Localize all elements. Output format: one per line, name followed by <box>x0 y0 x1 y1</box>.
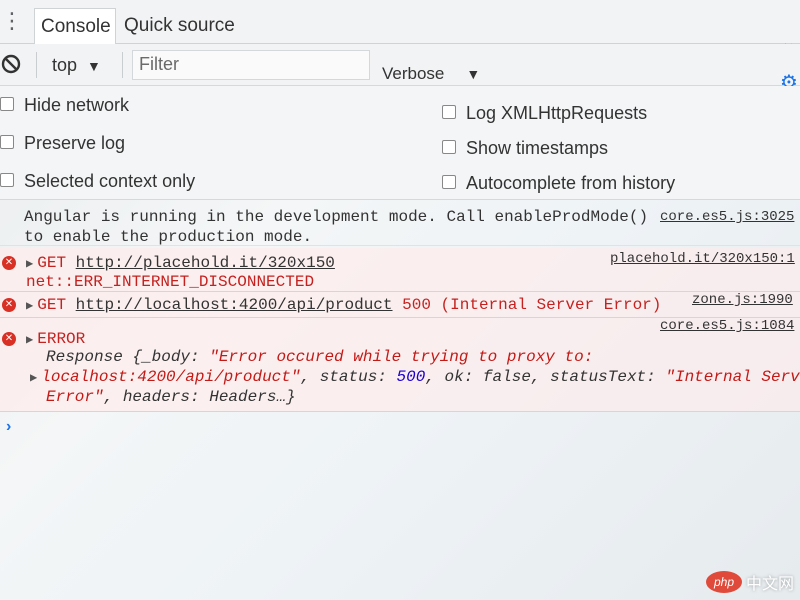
error-icon: ✕ <box>2 298 16 312</box>
tab-console[interactable]: Console <box>34 8 116 44</box>
expand-triangle-icon[interactable]: ▶ <box>26 299 33 313</box>
watermark-badge: php <box>705 571 742 593</box>
expand-triangle-icon[interactable]: ▶ <box>26 333 33 347</box>
response-object-line[interactable]: ▶ localhost:4200/api/product", status: 50… <box>30 368 800 386</box>
source-link[interactable]: zone.js:1990 <box>692 292 793 308</box>
expand-triangle-icon[interactable]: ▶ <box>30 371 37 385</box>
message-text: to enable the production mode. <box>24 228 313 246</box>
autocomplete-history-checkbox[interactable]: Autocomplete from history <box>442 172 675 194</box>
devtools-tabbar: ⋮ Console Quick source × <box>0 0 800 58</box>
error-title: ERROR <box>37 330 86 348</box>
selected-context-checkbox[interactable]: Selected context only <box>0 170 195 192</box>
console-prompt[interactable]: › <box>6 418 11 436</box>
preserve-log-checkbox[interactable]: Preserve log <box>0 132 125 154</box>
hide-network-checkbox[interactable]: Hide network <box>0 94 129 116</box>
error-icon: ✕ <box>2 256 16 270</box>
object-number: 500 <box>396 368 426 386</box>
request-url-link[interactable]: http://placehold.it/320x150 <box>76 254 335 272</box>
log-level-selector[interactable]: Verbose ▼ <box>382 64 480 84</box>
console-message-error: ✕ ▶ GET http://localhost:4200/api/product… <box>0 292 800 318</box>
hide-network-label: Hide network <box>24 95 130 115</box>
show-timestamps-checkbox[interactable]: Show timestamps <box>442 137 608 159</box>
show-timestamps-label: Show timestamps <box>466 138 609 158</box>
checkbox-icon[interactable] <box>442 105 456 120</box>
error-detail: net::ERR_INTERNET_DISCONNECTED <box>26 273 315 291</box>
object-text: , status: <box>300 368 397 386</box>
watermark-text: 中文网 <box>745 576 794 593</box>
response-object-line: Response {_body: "Error occured while tr… <box>46 348 593 366</box>
object-string: Error" <box>46 388 104 406</box>
console-message-error: ✕ ▶ GET http://placehold.it/320x150 net::… <box>0 248 800 292</box>
preserve-log-label: Preserve log <box>24 133 126 153</box>
checkbox-icon[interactable] <box>0 135 14 150</box>
checkbox-icon[interactable] <box>442 175 456 190</box>
request-url-link[interactable]: http://localhost:4200/api/product <box>76 296 393 314</box>
filter-placeholder: Filter <box>139 54 179 74</box>
autocomplete-history-label: Autocomplete from history <box>466 173 676 193</box>
checkbox-icon[interactable] <box>0 97 14 112</box>
source-link[interactable]: core.es5.js:3025 <box>660 209 794 225</box>
message-line: ▶ ERROR <box>26 330 85 348</box>
toolbar-divider <box>36 52 37 78</box>
object-string: "Error occured while trying to proxy to: <box>209 348 594 366</box>
log-xhr-label: Log XMLHttpRequests <box>466 103 648 123</box>
log-xhr-checkbox[interactable]: Log XMLHttpRequests <box>442 102 647 124</box>
object-text: Response {_body: <box>46 348 210 366</box>
request-method: GET <box>37 254 67 272</box>
console-toolbar: top ▼ Filter Verbose ▼ <box>0 44 800 86</box>
tab-quick-source[interactable]: Quick source <box>118 8 241 44</box>
context-selector[interactable]: top ▼ <box>52 52 101 79</box>
log-level-label: Verbose <box>382 64 445 83</box>
object-string: localhost:4200/api/product" <box>41 368 301 386</box>
response-status: 500 (Internal Server Error) <box>402 296 662 314</box>
object-text: , ok: false, statusText: <box>425 368 666 386</box>
console-message-error: ✕ ▶ ERROR core.es5.js:1084 Response {_bod… <box>0 318 800 412</box>
context-label: top <box>52 55 78 75</box>
kebab-icon[interactable]: ⋮ <box>0 8 24 36</box>
chevron-down-icon: ▼ <box>466 66 481 82</box>
watermark: php 中文网 <box>705 570 794 594</box>
message-line: ▶ GET http://placehold.it/320x150 <box>26 254 335 272</box>
request-method: GET <box>37 296 67 314</box>
selected-context-label: Selected context only <box>24 171 196 191</box>
checkbox-icon[interactable] <box>442 140 456 155</box>
object-string: "Internal Server <box>665 368 800 386</box>
response-object-line: Error", headers: Headers…} <box>46 388 296 406</box>
console-settings: Hide network Preserve log Selected conte… <box>0 86 800 200</box>
checkbox-icon[interactable] <box>0 173 14 188</box>
source-link[interactable]: placehold.it/320x150:1 <box>610 251 795 267</box>
message-line: ▶ GET http://localhost:4200/api/product 5… <box>26 296 661 314</box>
console-message-info: Angular is running in the development mo… <box>0 200 800 246</box>
source-link[interactable]: core.es5.js:1084 <box>660 318 794 334</box>
message-text: Angular is running in the development mo… <box>24 208 649 226</box>
chevron-down-icon: ▼ <box>87 58 101 74</box>
error-icon: ✕ <box>2 332 16 346</box>
expand-triangle-icon[interactable]: ▶ <box>26 257 33 271</box>
filter-input[interactable]: Filter <box>132 50 370 80</box>
clear-console-icon[interactable] <box>0 53 22 75</box>
object-text: , headers: Headers…} <box>103 388 296 406</box>
toolbar-divider <box>122 52 123 78</box>
